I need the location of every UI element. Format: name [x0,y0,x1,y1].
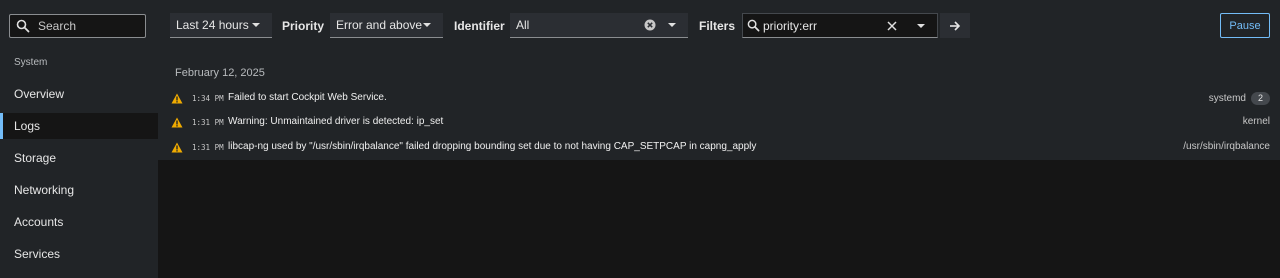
count-badge: 2 [1250,92,1270,105]
log-identifier-group: /usr/sbin/irqbalance [1183,141,1270,152]
search-icon [747,19,760,32]
filters-label: Filters [699,19,736,33]
search-icon [16,19,30,33]
search-input[interactable] [38,19,138,33]
log-entry[interactable]: 1:31 PM Warning: Unmaintained driver is … [158,111,1280,135]
identifier-value: All [516,18,530,32]
time-range-select[interactable]: Last 24 hours [170,13,272,38]
warning-icon [171,142,183,153]
sidebar-item-services[interactable]: Services [0,241,158,267]
log-list: February 12, 2025 1:34 PM Failed to star… [158,50,1280,160]
chevron-down-icon [252,23,260,27]
log-entry[interactable]: 1:34 PM Failed to start Cockpit Web Serv… [158,87,1280,111]
warning-icon [171,117,183,128]
clear-circle-icon[interactable] [644,19,656,31]
identifier-label: Identifier [454,19,505,33]
log-identifier: kernel [1242,116,1270,127]
sidebar-item-logs[interactable]: Logs [0,113,158,139]
log-message: Warning: Unmaintained driver is detected… [228,116,444,127]
log-time: 1:34 PM [192,94,224,103]
log-identifier-group: systemd 2 [1209,92,1270,105]
sidebar-item-storage[interactable]: Storage [0,145,158,171]
log-identifier-group: kernel [1243,116,1270,127]
warning-icon [171,93,183,104]
log-identifier: systemd [1208,93,1246,104]
sidebar-item-overview[interactable]: Overview [0,81,158,107]
priority-value: Error and above [336,18,423,32]
filters-input-group[interactable]: priority:err [742,13,938,38]
apply-filter-button[interactable] [940,13,970,38]
close-icon[interactable] [887,21,897,31]
sidebar-item-networking[interactable]: Networking [0,177,158,203]
sidebar-item-accounts[interactable]: Accounts [0,209,158,235]
pause-button[interactable]: Pause [1220,13,1270,38]
filter-text[interactable]: priority:err [763,19,817,33]
sidebar-search[interactable] [9,14,146,38]
log-identifier: /usr/sbin/irqbalance [1183,141,1270,152]
log-date-heading: February 12, 2025 [175,67,265,79]
arrow-right-icon [950,20,961,31]
log-message: Failed to start Cockpit Web Service. [228,92,387,103]
chevron-down-icon [423,23,431,27]
priority-select[interactable]: Error and above [330,13,443,38]
chevron-down-icon[interactable] [917,24,925,28]
log-entry[interactable]: 1:31 PM libcap-ng used by "/usr/sbin/irq… [158,136,1280,160]
time-range-value: Last 24 hours [176,18,249,32]
log-time: 1:31 PM [192,118,224,127]
log-toolbar: Last 24 hours Priority Error and above I… [158,0,1280,50]
sidebar: System Overview Logs Storage Networking … [0,0,158,278]
main-area: Last 24 hours Priority Error and above I… [158,0,1280,278]
nav-section-title: System [14,57,48,68]
log-time: 1:31 PM [192,143,224,152]
priority-label: Priority [282,19,325,33]
identifier-select[interactable]: All [510,13,688,38]
log-message: libcap-ng used by "/usr/sbin/irqbalance"… [228,141,757,152]
chevron-down-icon [668,23,676,27]
